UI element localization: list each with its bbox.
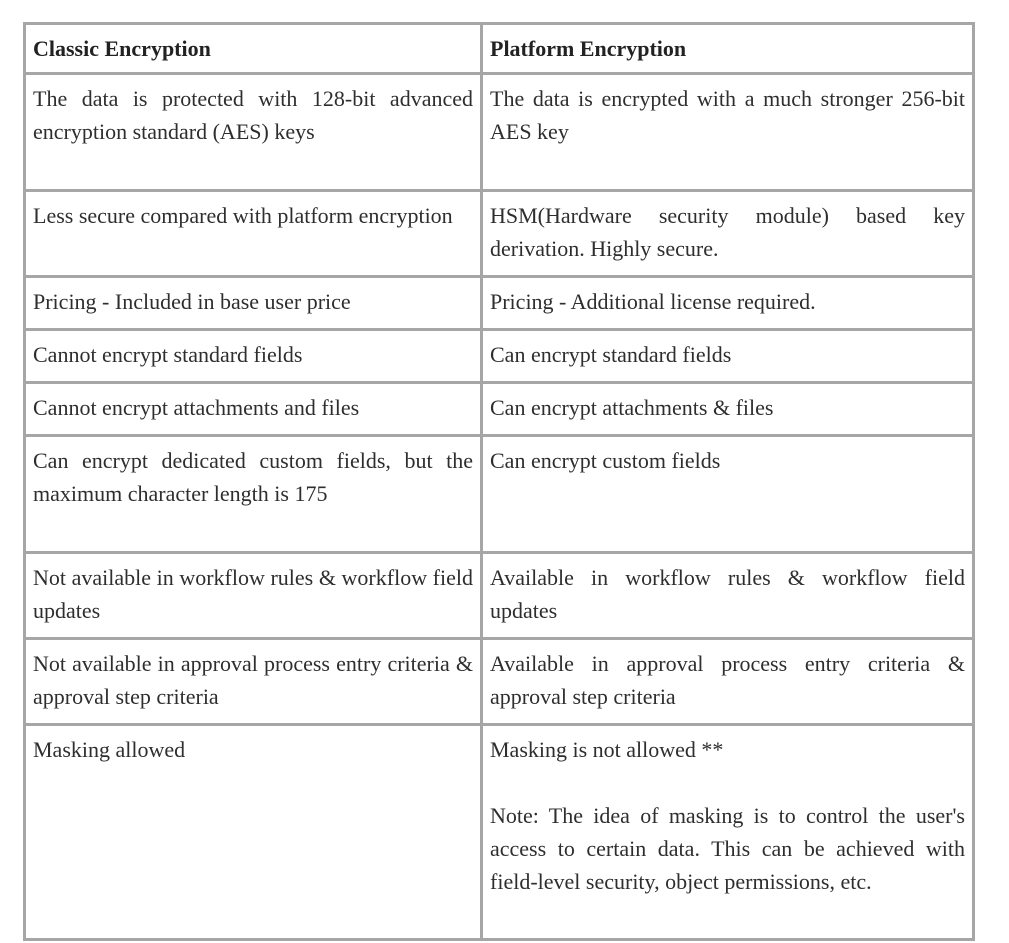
header-platform-encryption: Platform Encryption: [480, 22, 975, 75]
header-classic-encryption: Classic Encryption: [23, 22, 483, 75]
table-header-row: Classic Encryption Platform Encryption: [23, 22, 975, 75]
table-row: Cannot encrypt attachments and files Can…: [23, 381, 975, 437]
classic-cell: Can encrypt dedicated custom fields, but…: [23, 434, 483, 554]
classic-cell: Masking allowed: [23, 723, 483, 941]
table-row: The data is protected with 128-bit advan…: [23, 72, 975, 192]
platform-cell: Can encrypt attachments & files: [480, 381, 975, 437]
platform-cell: Pricing - Additional license required.: [480, 275, 975, 331]
classic-cell: Cannot encrypt attachments and files: [23, 381, 483, 437]
table-row: Not available in approval process entry …: [23, 637, 975, 726]
classic-cell: Pricing - Included in base user price: [23, 275, 483, 331]
platform-cell: The data is encrypted with a much strong…: [480, 72, 975, 192]
platform-cell: Can encrypt standard fields: [480, 328, 975, 384]
platform-cell: Can encrypt custom fields: [480, 434, 975, 554]
classic-cell: Less secure compared with platform encry…: [23, 189, 483, 278]
classic-cell: Cannot encrypt standard fields: [23, 328, 483, 384]
table-row: Cannot encrypt standard fields Can encry…: [23, 328, 975, 384]
classic-cell: Not available in approval process entry …: [23, 637, 483, 726]
encryption-comparison-table: Classic Encryption Platform Encryption T…: [23, 22, 975, 941]
masking-statement: Masking is not allowed **: [490, 737, 724, 762]
table-row: Not available in workflow rules & workfl…: [23, 551, 975, 640]
platform-cell: HSM(Hardware security module) based key …: [480, 189, 975, 278]
classic-cell: The data is protected with 128-bit advan…: [23, 72, 483, 192]
table-row: Can encrypt dedicated custom fields, but…: [23, 434, 975, 554]
classic-cell: Not available in workflow rules & workfl…: [23, 551, 483, 640]
platform-cell: Masking is not allowed ** Note: The idea…: [480, 723, 975, 941]
table-row: Less secure compared with platform encry…: [23, 189, 975, 278]
platform-cell: Available in approval process entry crit…: [480, 637, 975, 726]
platform-cell: Available in workflow rules & workflow f…: [480, 551, 975, 640]
table-row: Masking allowed Masking is not allowed *…: [23, 723, 975, 941]
masking-note: Note: The idea of masking is to control …: [490, 803, 965, 894]
table-row: Pricing - Included in base user price Pr…: [23, 275, 975, 331]
